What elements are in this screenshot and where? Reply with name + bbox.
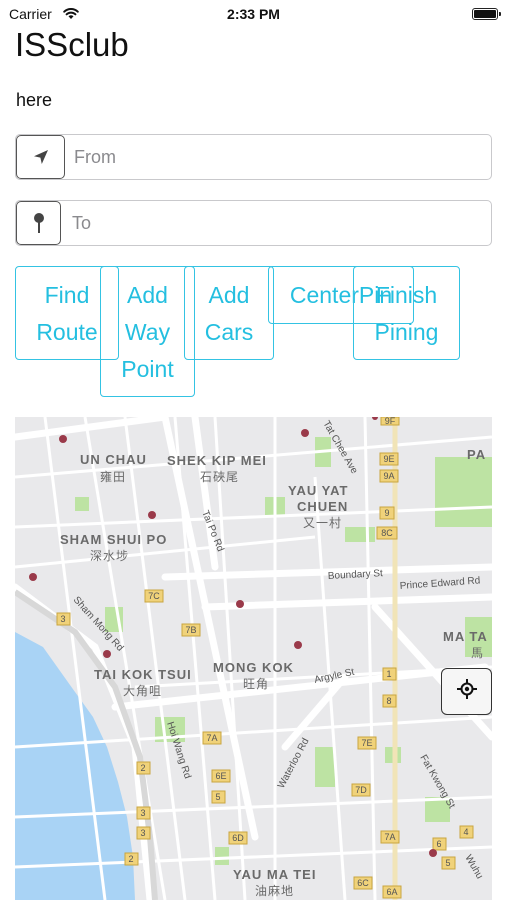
battery-tip [499,12,501,16]
map-label-pa: PA [467,447,486,462]
badge-6c: 6C [357,878,369,888]
badge-3b: 3 [140,808,145,818]
location-arrow-icon[interactable] [16,135,65,179]
map-label-tai-kok-tsui-zh: 大角咀 [123,684,162,698]
badge-3c: 3 [140,828,145,838]
finish-pining-button[interactable]: Finish Pining [353,266,460,360]
clock: 2:33 PM [227,6,280,22]
map-label-ma-tau-zh: 馬 [471,646,484,660]
status-text: here [16,90,53,110]
badge-6a: 6A [386,887,397,897]
map-label-shek-kip-mei: SHEK KIP MEI [167,453,267,468]
status-bar: Carrier 2:33 PM [0,0,507,28]
street-wuhu: Wuhu [462,853,485,881]
map-label-shek-kip-mei-zh: 石硤尾 [200,470,239,484]
street-waterloo-rd: Waterloo Rd [276,736,312,790]
badge-2: 2 [140,763,145,773]
badge-5b: 5 [445,858,450,868]
badge-9e: 9E [383,454,394,464]
crosshair-icon [456,679,477,704]
badge-6e: 6E [215,771,226,781]
from-field[interactable] [15,134,492,180]
badge-6d: 6D [232,833,244,843]
badge-7e: 7E [361,738,372,748]
to-field[interactable] [15,200,492,246]
badge-4: 4 [463,827,468,837]
add-way-point-button[interactable]: Add Way Point [100,266,195,397]
badge-7a: 7A [206,733,217,743]
badge-5: 5 [215,792,220,802]
badge-7a-b: 7A [384,832,395,842]
map-label-mong-kok-zh: 旺角 [243,677,269,691]
map-label-sham-shui-po-zh: 深水埗 [90,549,129,563]
badge-7b: 7B [185,625,196,635]
battery-icon [472,8,498,20]
app-title: ISSclub [15,26,129,63]
badge-2b: 2 [128,854,133,864]
badge-9: 9 [384,508,389,518]
map-label-un-chau-zh: 雍田 [100,469,126,484]
from-input[interactable] [74,135,484,179]
badge-9f: 9F [385,417,396,426]
map-view[interactable]: 9E 9A 9 8C 7C 7B 3 1 8 7E 7A 6E 5 2 3 3 … [15,417,492,900]
street-prince-edward-rd: Prince Edward Rd [399,575,480,592]
map-label-yau-ma-tei: YAU MA TEI [233,867,316,882]
badge-1: 1 [386,669,391,679]
badge-7c: 7C [148,591,160,601]
map-label-yau-ma-tei-zh: 油麻地 [255,883,294,898]
map-label-ma-tau: MA TA [443,629,488,644]
badge-9a: 9A [383,471,394,481]
badge-8: 8 [386,696,391,706]
map-label-yau-yat: YAU YAT [288,483,348,498]
pin-icon[interactable] [16,201,61,245]
badge-6: 6 [436,839,441,849]
map-label-un-chau: UN CHAU [80,452,147,467]
badge-7d: 7D [355,785,367,795]
badge-8c: 8C [381,528,393,538]
add-cars-button[interactable]: Add Cars [184,266,274,360]
street-boundary-st: Boundary St [328,568,384,582]
map-label-tai-kok-tsui: TAI KOK TSUI [94,667,192,682]
map-label-yau-yat-chuen-zh: 又一村 [303,516,342,530]
to-input[interactable] [72,201,482,245]
map-label-mong-kok: MONG KOK [213,660,294,675]
badge-3a: 3 [60,614,65,624]
locate-me-button[interactable] [441,668,492,715]
map-label-sham-shui-po: SHAM SHUI PO [60,532,167,547]
map-label-chuen: CHUEN [297,499,348,514]
map-canvas: 9E 9A 9 8C 7C 7B 3 1 8 7E 7A 6E 5 2 3 3 … [15,417,492,900]
